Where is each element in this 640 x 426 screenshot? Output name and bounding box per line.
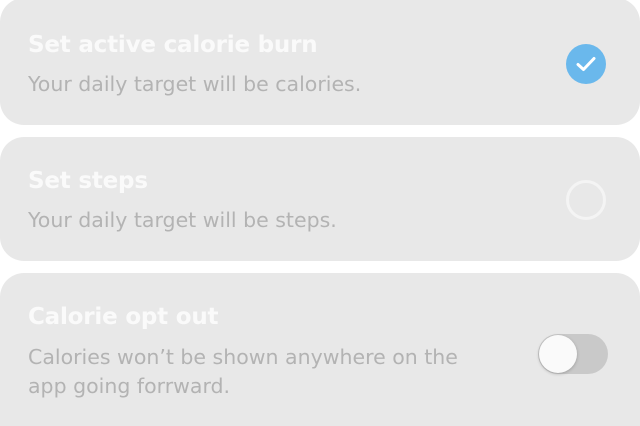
option-title: Calorie opt out bbox=[28, 304, 219, 330]
option-description-line: app going forrward. bbox=[28, 374, 231, 398]
option-card-steps[interactable]: Set steps Your daily target will be step… bbox=[0, 137, 640, 261]
option-title: Set active calorie burn bbox=[28, 32, 318, 58]
checkmark-icon bbox=[576, 57, 596, 71]
option-card-active-calorie-burn[interactable]: Set active calorie burn Your daily targe… bbox=[0, 0, 640, 125]
option-description: Your daily target will be calories. bbox=[28, 72, 362, 96]
option-description-line: Calories won’t be shown anywhere on the bbox=[28, 345, 458, 369]
toggle-thumb bbox=[539, 335, 577, 373]
calorie-opt-out-toggle[interactable] bbox=[538, 334, 608, 374]
option-title: Set steps bbox=[28, 168, 148, 194]
radio-button-unselected[interactable] bbox=[566, 180, 606, 220]
option-description: Your daily target will be steps. bbox=[28, 208, 337, 232]
target-settings-screen: Set active calorie burn Your daily targe… bbox=[0, 0, 640, 426]
radio-button-selected[interactable] bbox=[566, 44, 606, 84]
option-card-calorie-opt-out: Calorie opt out Calories won’t be shown … bbox=[0, 273, 640, 426]
option-description: Calories won’t be shown anywhere on the … bbox=[28, 343, 458, 401]
